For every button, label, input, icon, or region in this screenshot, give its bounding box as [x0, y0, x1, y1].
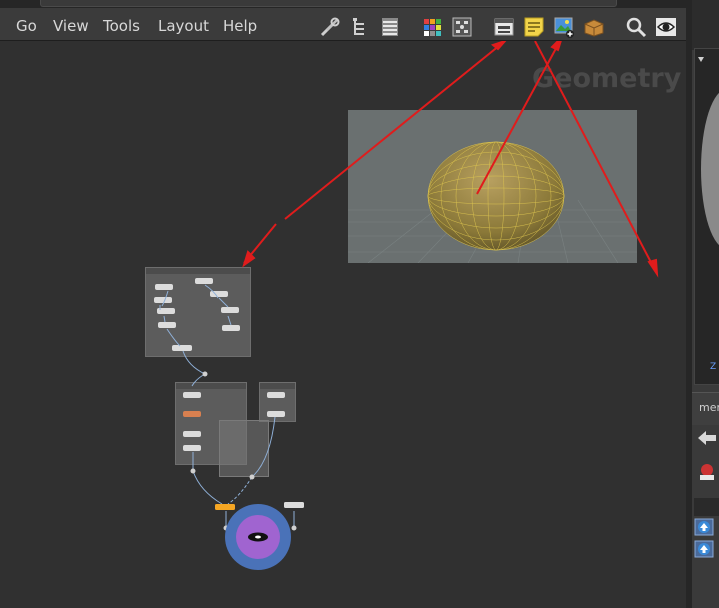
menu-bar: Go View Tools Layout Help	[0, 8, 686, 41]
panel-header-strip	[692, 0, 719, 50]
color-palette-icon[interactable]	[421, 16, 443, 38]
sticky-note-icon[interactable]	[523, 16, 545, 38]
parameter-header: mer	[692, 392, 719, 425]
right-panel: Z mer	[692, 0, 719, 608]
pane-tab[interactable]	[40, 0, 617, 7]
menu-help[interactable]: Help	[223, 17, 257, 35]
viewport-pane[interactable]: Z	[694, 48, 719, 385]
tools-icon[interactable]	[319, 16, 341, 38]
menu-go[interactable]: Go	[16, 17, 37, 35]
selected-node	[215, 504, 235, 510]
parameter-row	[694, 498, 719, 516]
list-icon[interactable]	[379, 16, 401, 38]
move-up-icon[interactable]	[694, 518, 714, 536]
menu-layout[interactable]: Layout	[158, 17, 209, 35]
network-view[interactable]: Geometry	[0, 41, 686, 608]
eye-icon[interactable]	[655, 16, 677, 38]
viewport-sphere-preview: Z	[698, 57, 719, 372]
node	[284, 502, 304, 508]
annotation-arrows	[242, 41, 659, 278]
svg-text:Z: Z	[710, 362, 716, 372]
tree-icon[interactable]	[349, 16, 371, 38]
network-box-icon[interactable]	[493, 16, 515, 38]
back-arrow-icon[interactable]	[696, 428, 718, 448]
search-icon[interactable]	[625, 16, 647, 38]
window-top-strip	[0, 0, 719, 8]
node-type-icon	[700, 464, 714, 480]
wire-dots	[190, 371, 297, 531]
parameter-title: mer	[699, 401, 719, 414]
menu-view[interactable]: View	[53, 17, 89, 35]
menu-tools[interactable]: Tools	[103, 17, 140, 35]
wires-and-arrows	[159, 41, 659, 570]
move-up-icon[interactable]	[694, 540, 714, 558]
node-wires	[159, 284, 295, 528]
output-node	[225, 504, 291, 570]
background-image-icon[interactable]	[553, 16, 575, 38]
shape-palette-icon[interactable]	[451, 16, 473, 38]
package-icon[interactable]	[583, 16, 605, 38]
